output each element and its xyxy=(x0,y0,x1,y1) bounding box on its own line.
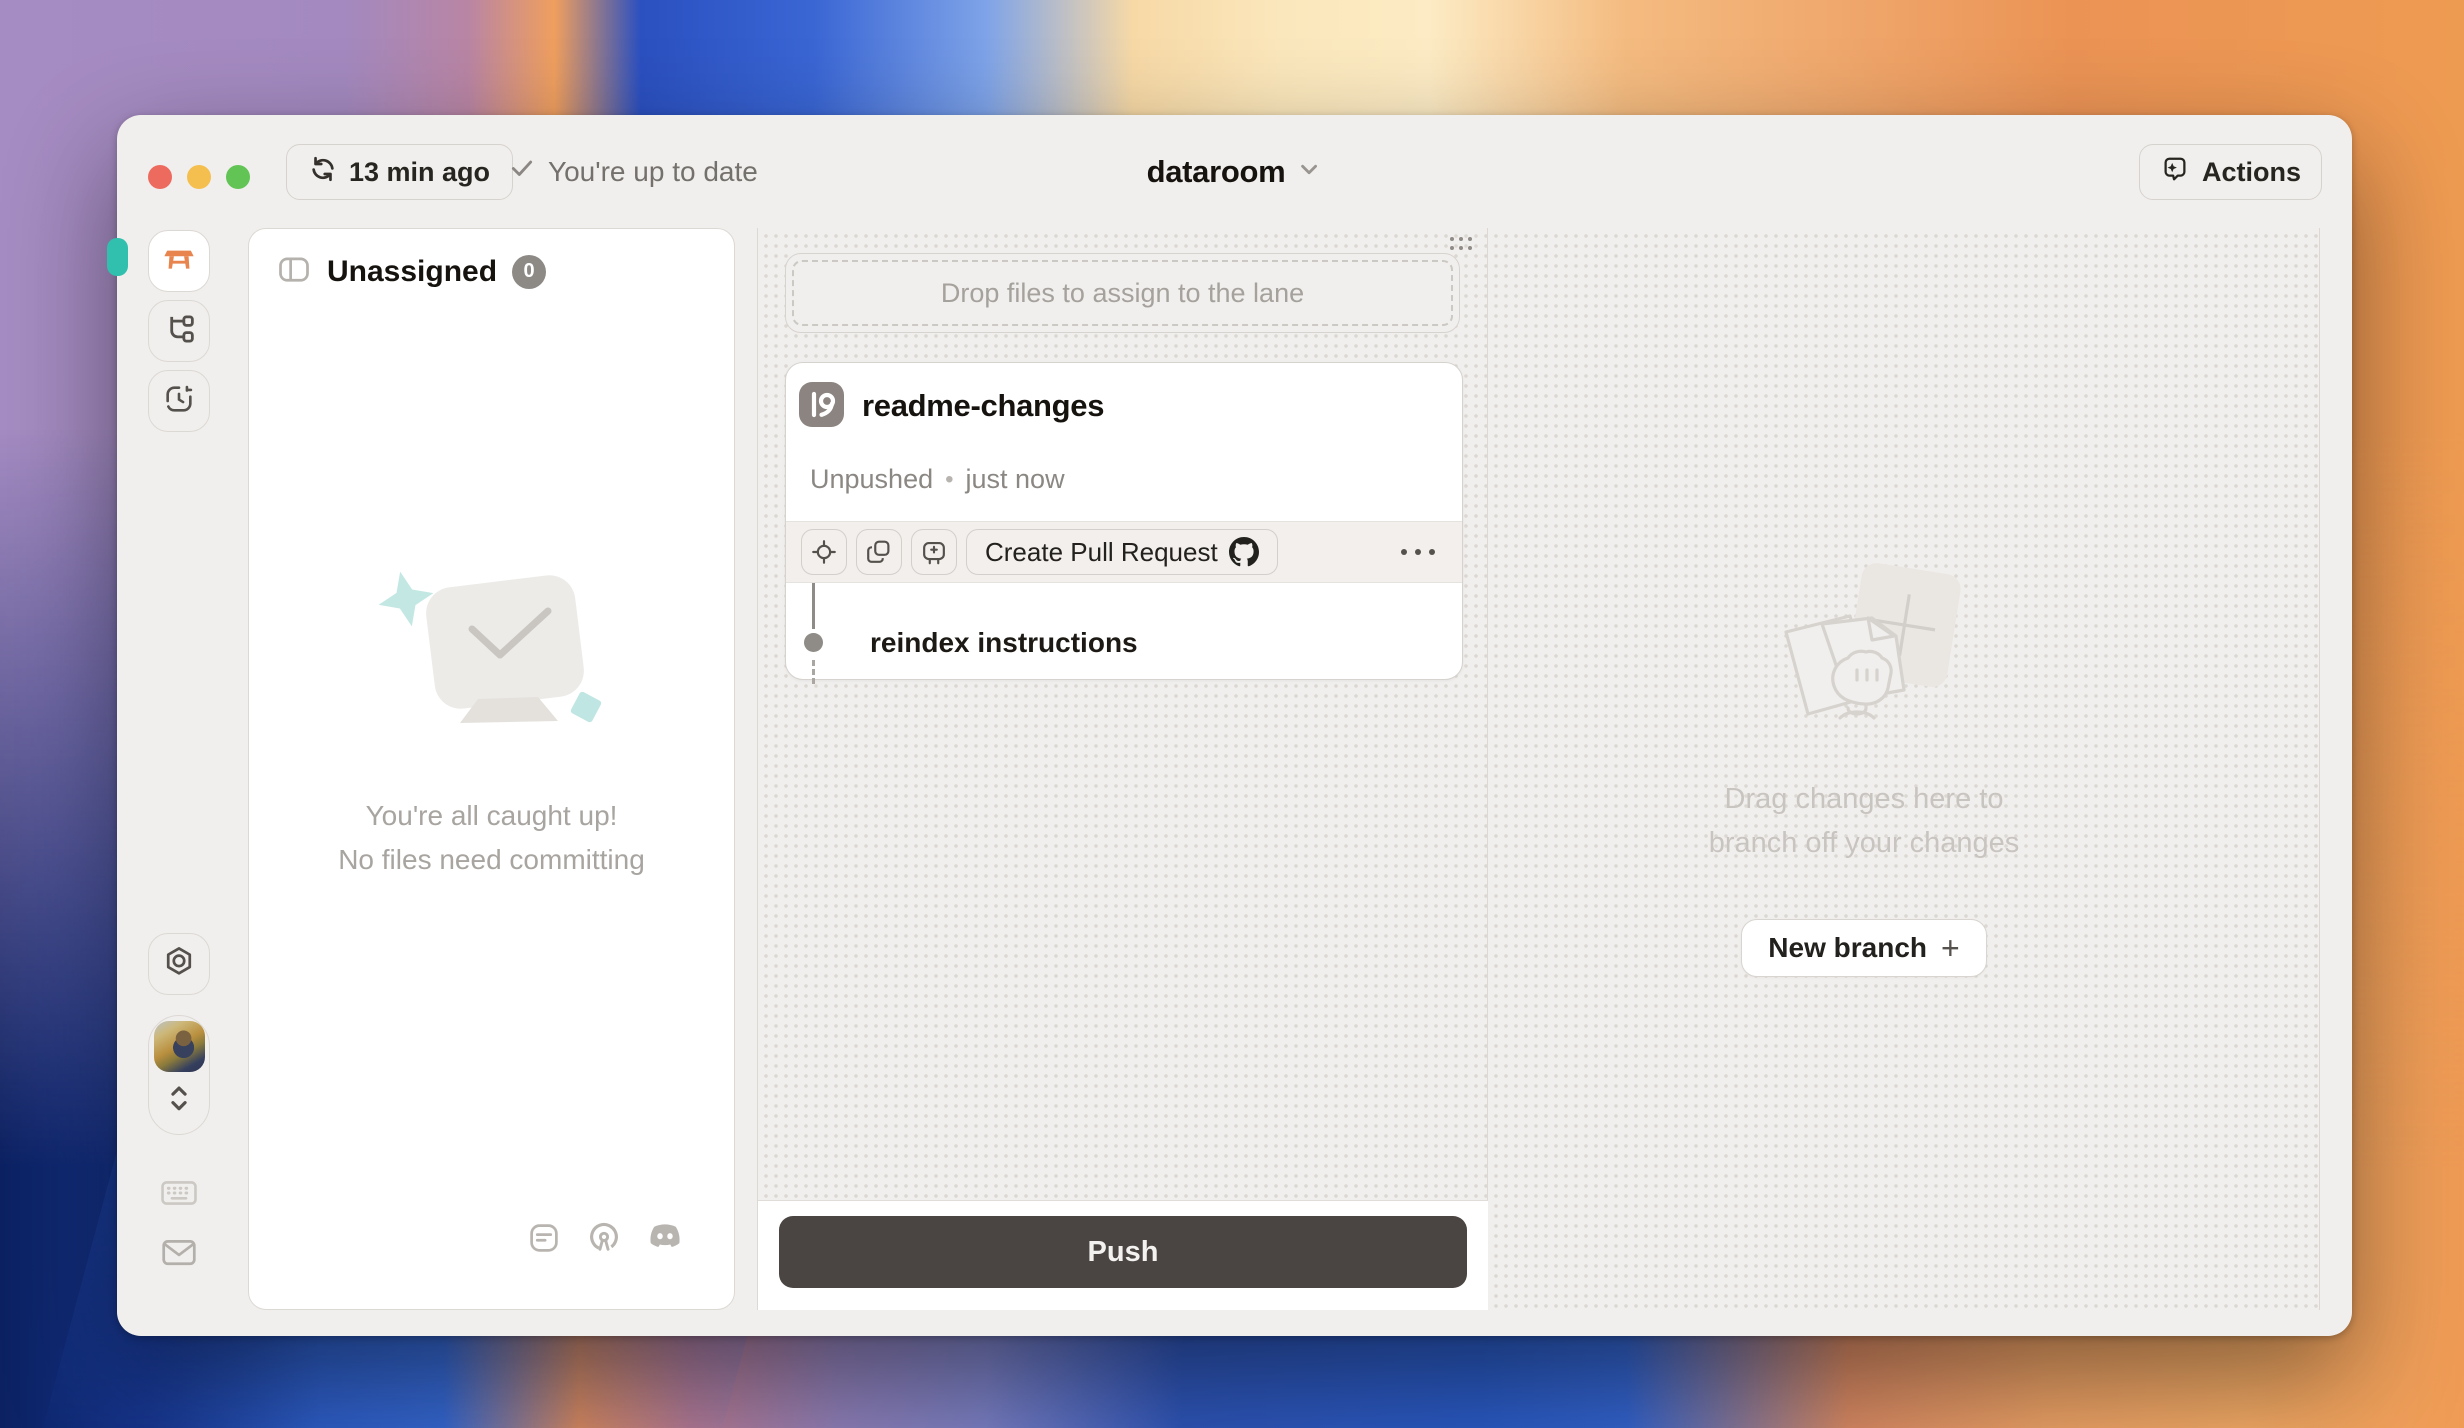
check-icon xyxy=(509,155,535,188)
branch-lane: Drop files to assign to the lane xyxy=(758,228,1488,1310)
panel-toggle-icon[interactable] xyxy=(276,251,312,292)
crosshair-icon xyxy=(809,537,839,567)
workspace-canvas: Drop files to assign to the lane xyxy=(757,228,2320,1310)
sidebar-item-history[interactable] xyxy=(148,370,210,432)
sync-button[interactable]: 13 min ago xyxy=(286,144,513,200)
dropzone-hint: Drop files to assign to the lane xyxy=(941,278,1304,309)
new-branch-label: New branch xyxy=(1768,932,1927,964)
push-label: Push xyxy=(1088,1236,1159,1269)
push-status: Unpushed xyxy=(810,464,933,495)
meta-separator: • xyxy=(945,466,953,494)
project-selector[interactable]: dataroom xyxy=(1147,115,1323,228)
push-button[interactable]: Push xyxy=(779,1216,1467,1288)
empty-subtitle: No files need committing xyxy=(249,838,734,882)
branch-meta: Unpushed • just now xyxy=(810,464,1065,495)
avatar[interactable] xyxy=(154,1021,205,1072)
actions-sparkle-icon xyxy=(2160,154,2190,191)
chevron-up-down-icon xyxy=(162,1078,196,1125)
branches-icon xyxy=(162,312,196,351)
lane-footer: Push xyxy=(758,1200,1488,1310)
ellipsis-icon xyxy=(1401,549,1407,555)
open-source-icon[interactable] xyxy=(586,1220,622,1261)
actions-label: Actions xyxy=(2202,157,2301,188)
branch-card-header[interactable]: readme-changes Unpushed • just now xyxy=(786,363,1462,521)
panel-footer-links xyxy=(526,1220,684,1261)
caught-up-illustration xyxy=(342,559,642,759)
branch-name: readme-changes xyxy=(862,388,1104,424)
commit-graph-line xyxy=(812,583,815,629)
sidebar-item-branches[interactable] xyxy=(148,300,210,362)
branch-badge-icon xyxy=(799,382,844,427)
commit-list: reindex instructions xyxy=(786,583,1462,679)
workspace-table-icon xyxy=(161,241,197,282)
commit-target-button[interactable] xyxy=(801,529,847,575)
branch-time: just now xyxy=(966,464,1065,495)
sync-icon xyxy=(309,155,337,190)
branch-card: readme-changes Unpushed • just now xyxy=(785,362,1463,680)
create-pr-label: Create Pull Request xyxy=(985,537,1218,568)
sync-status: You're up to date xyxy=(509,115,758,228)
mail-icon xyxy=(159,1234,199,1270)
desktop-wallpaper: 13 min ago You're up to date dataroom xyxy=(0,0,2464,1428)
stacked-branch-icon xyxy=(919,537,949,567)
branch-actions-row: Create Pull Request xyxy=(786,521,1462,583)
discord-icon[interactable] xyxy=(646,1220,684,1261)
minimize-button[interactable] xyxy=(187,165,211,189)
branch-menu-button[interactable] xyxy=(1401,549,1447,555)
drag-hint-line1: Drag changes here to xyxy=(1544,777,2184,821)
copy-button[interactable] xyxy=(856,529,902,575)
drag-changes-illustration xyxy=(1744,558,1984,758)
content-area: Unassigned 0 You're all caught up! No fi… xyxy=(117,228,2352,1310)
commit-dot xyxy=(804,633,823,652)
sync-label: 13 min ago xyxy=(349,157,490,188)
unassigned-header: Unassigned 0 xyxy=(249,229,734,292)
unassigned-panel: Unassigned 0 You're all caught up! No fi… xyxy=(248,228,735,1310)
drag-hint-line2: branch off your changes xyxy=(1544,821,2184,865)
close-button[interactable] xyxy=(148,165,172,189)
zoom-button[interactable] xyxy=(226,165,250,189)
actions-button[interactable]: Actions xyxy=(2139,144,2322,200)
keyboard-shortcuts-button[interactable] xyxy=(148,1176,210,1210)
github-icon xyxy=(1229,537,1259,567)
history-clock-icon xyxy=(162,382,196,421)
copy-icon xyxy=(864,537,894,567)
notes-icon[interactable] xyxy=(526,1220,562,1261)
file-dropzone[interactable]: Drop files to assign to the lane xyxy=(785,253,1460,333)
unassigned-count-badge: 0 xyxy=(512,255,546,289)
create-pull-request-button[interactable]: Create Pull Request xyxy=(966,529,1278,575)
commit-message[interactable]: reindex instructions xyxy=(870,627,1138,659)
sidebar-item-workspace[interactable] xyxy=(148,230,210,292)
plus-icon: + xyxy=(1941,930,1960,967)
new-branch-dropzone[interactable]: Drag changes here to branch off your cha… xyxy=(1544,558,2184,977)
commit-graph-dashed xyxy=(812,660,815,684)
unassigned-title: Unassigned xyxy=(327,255,497,289)
feedback-mail-button[interactable] xyxy=(148,1234,210,1270)
keyboard-icon xyxy=(159,1176,199,1210)
profile-switcher[interactable] xyxy=(148,1015,210,1135)
status-label: You're up to date xyxy=(548,156,758,188)
unassigned-empty-state: You're all caught up! No files need comm… xyxy=(249,559,734,882)
settings-button[interactable] xyxy=(148,933,210,995)
gear-icon xyxy=(162,945,196,984)
add-dependent-branch-button[interactable] xyxy=(911,529,957,575)
app-window: 13 min ago You're up to date dataroom xyxy=(117,115,2352,1336)
new-branch-button[interactable]: New branch + xyxy=(1741,919,1986,977)
chevron-down-icon xyxy=(1296,156,1322,187)
project-name: dataroom xyxy=(1147,154,1286,190)
titlebar: 13 min ago You're up to date dataroom xyxy=(117,115,2352,228)
empty-title: You're all caught up! xyxy=(249,794,734,838)
lane-drag-handle-icon[interactable] xyxy=(1450,237,1474,252)
traffic-lights xyxy=(148,165,250,189)
